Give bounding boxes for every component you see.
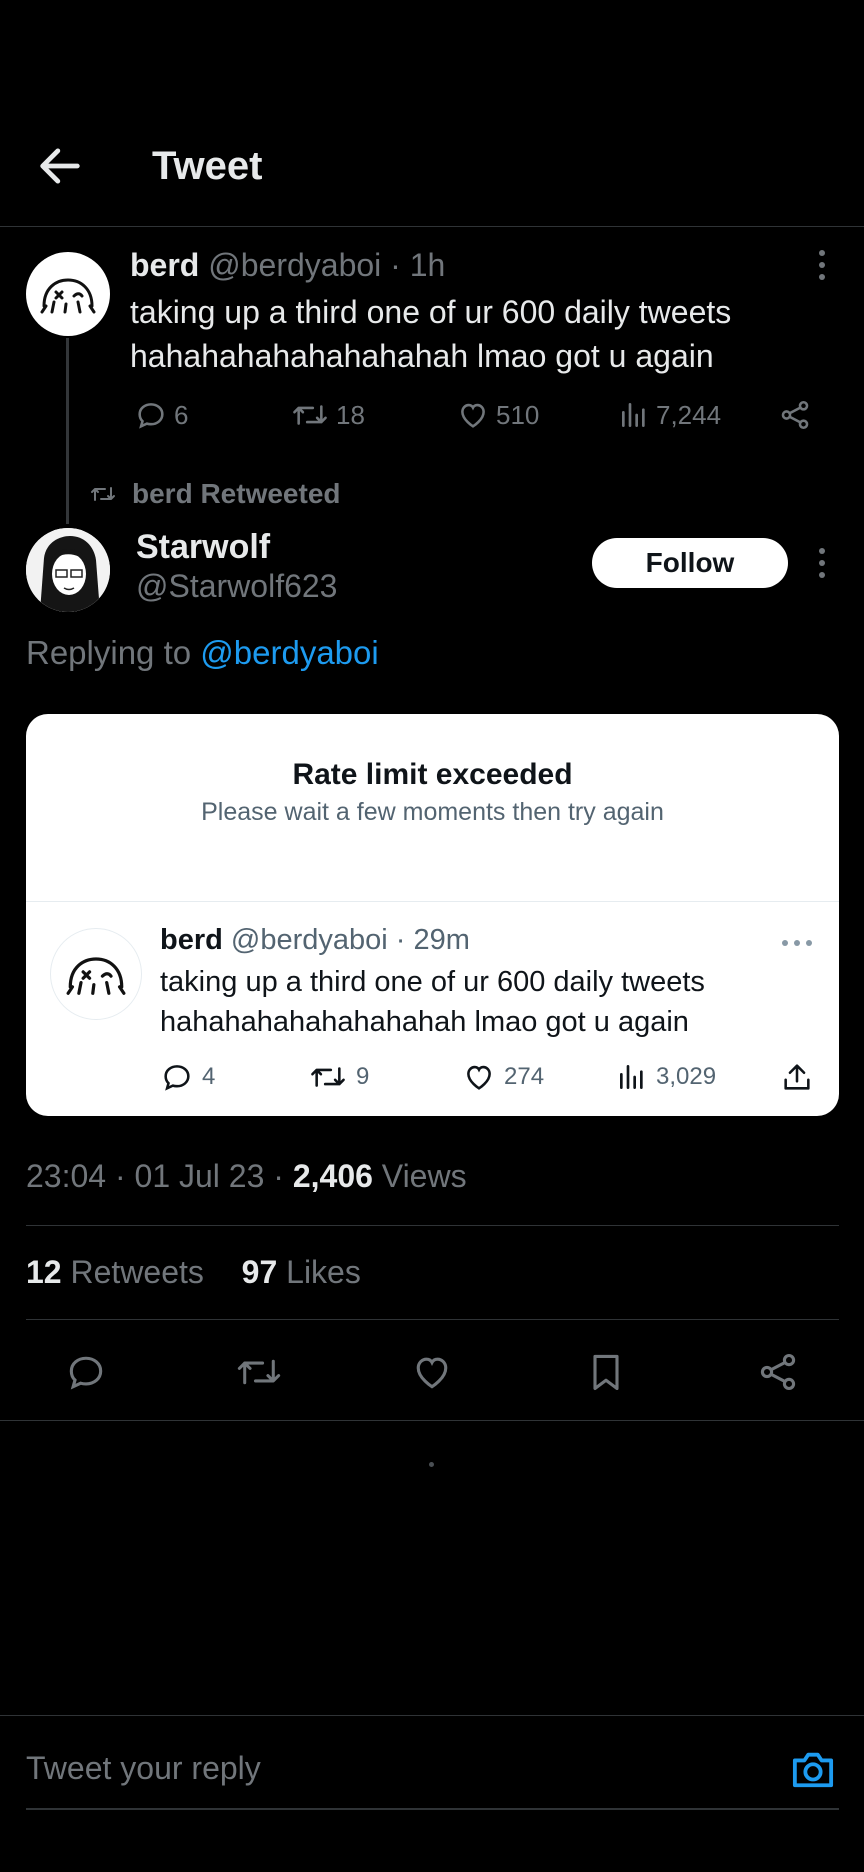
header-bar xyxy=(0,0,864,227)
views-icon xyxy=(616,1060,648,1094)
like-icon xyxy=(462,1060,496,1094)
likes-stat[interactable]: 97 Likes xyxy=(242,1254,361,1290)
more-icon[interactable] xyxy=(812,546,832,580)
page-title: Tweet xyxy=(152,144,263,188)
divider xyxy=(0,1715,864,1716)
like-count: 274 xyxy=(504,1063,545,1090)
back-arrow-icon[interactable] xyxy=(34,140,86,192)
reply-input[interactable]: Tweet your reply xyxy=(26,1750,261,1787)
more-icon[interactable] xyxy=(780,938,814,948)
divider xyxy=(0,1420,864,1421)
embedded-tweet-card[interactable]: Rate limit exceeded Please wait a few mo… xyxy=(26,714,839,1116)
retweeted-banner[interactable]: berd Retweeted xyxy=(88,478,341,510)
reply-button[interactable]: 6 xyxy=(134,398,188,432)
replying-prefix: Replying to xyxy=(26,634,201,671)
reply-button[interactable]: 4 xyxy=(160,1060,215,1094)
author-name[interactable]: berd xyxy=(160,924,223,956)
retweet-button[interactable]: 18 xyxy=(290,398,365,432)
camera-icon[interactable] xyxy=(790,1748,836,1790)
tweet-time: · 1h xyxy=(390,247,446,283)
upload-icon[interactable] xyxy=(780,1060,814,1094)
reply-icon[interactable] xyxy=(64,1350,108,1394)
views-count: 3,029 xyxy=(656,1063,717,1090)
like-icon[interactable] xyxy=(410,1350,454,1394)
retweet-icon xyxy=(308,1060,348,1094)
views-count: 7,244 xyxy=(656,399,722,430)
avatar-starwolf[interactable] xyxy=(26,528,110,612)
replying-handle-link[interactable]: @berdyaboi xyxy=(200,634,378,671)
like-button[interactable]: 510 xyxy=(456,398,539,432)
likes-label: Likes xyxy=(277,1254,361,1290)
divider xyxy=(26,1225,839,1226)
like-count: 510 xyxy=(496,399,540,430)
rate-limit-subtitle: Please wait a few moments then try again xyxy=(201,798,664,826)
views-icon xyxy=(618,398,650,432)
tweet-time: · 29m xyxy=(395,924,470,956)
share-icon[interactable] xyxy=(756,1350,800,1394)
loading-indicator xyxy=(429,1462,434,1467)
more-icon[interactable] xyxy=(812,248,832,282)
tweet-timestamp: 23:04 · 01 Jul 23 · xyxy=(26,1158,293,1194)
replying-to: Replying to @berdyaboi xyxy=(26,634,379,672)
engagement-stats: 12 Retweets 97 Likes xyxy=(26,1254,361,1291)
retweets-stat[interactable]: 12 Retweets xyxy=(26,1254,204,1290)
author-name[interactable]: berd xyxy=(130,247,199,283)
reply-icon xyxy=(134,398,168,432)
divider xyxy=(26,1319,839,1320)
author-handle[interactable]: @berdyaboi xyxy=(231,924,388,956)
tweet-header: berd @berdyaboi · 1h xyxy=(130,247,445,284)
views-count: 2,406 xyxy=(292,1158,373,1194)
card-divider xyxy=(26,901,839,902)
retweets-label: Retweets xyxy=(61,1254,204,1290)
retweet-icon xyxy=(88,482,118,506)
tweet-timestamp-views: 23:04 · 01 Jul 23 · 2,406 Views xyxy=(26,1158,467,1195)
thread-line xyxy=(66,338,69,524)
reply-count: 4 xyxy=(202,1063,216,1090)
share-icon[interactable] xyxy=(778,398,812,432)
tweet-text: taking up a third one of ur 600 daily tw… xyxy=(130,294,732,374)
author-handle[interactable]: @berdyaboi xyxy=(208,247,381,283)
follow-button[interactable]: Follow xyxy=(592,538,788,588)
bookmark-icon[interactable] xyxy=(584,1350,628,1394)
likes-count: 97 xyxy=(241,1254,278,1290)
author-handle[interactable]: @Starwolf623 xyxy=(136,568,337,605)
retweet-button[interactable]: 9 xyxy=(308,1060,369,1094)
retweet-icon xyxy=(290,398,330,432)
avatar-berd[interactable] xyxy=(26,252,110,336)
retweets-count: 12 xyxy=(26,1254,62,1290)
reply-count: 6 xyxy=(174,399,189,430)
quoted-tweet-text: taking up a third one of ur 600 daily tw… xyxy=(160,966,705,1038)
reply-input-underline xyxy=(26,1808,839,1810)
reply-icon xyxy=(160,1060,194,1094)
author-name[interactable]: Starwolf xyxy=(136,528,270,567)
avatar-berd[interactable] xyxy=(50,928,142,1020)
rate-limit-title: Rate limit exceeded xyxy=(292,758,573,791)
retweet-icon[interactable] xyxy=(234,1350,284,1394)
like-button[interactable]: 274 xyxy=(462,1060,544,1094)
views-button[interactable]: 3,029 xyxy=(616,1060,716,1094)
retweet-count: 9 xyxy=(356,1063,370,1090)
like-icon xyxy=(456,398,490,432)
views-label: Views xyxy=(372,1158,467,1194)
retweeted-label: berd Retweeted xyxy=(132,478,341,509)
views-button[interactable]: 7,244 xyxy=(618,398,721,432)
retweet-count: 18 xyxy=(336,399,365,430)
quoted-tweet-header: berd @berdyaboi · 29m xyxy=(160,924,470,957)
